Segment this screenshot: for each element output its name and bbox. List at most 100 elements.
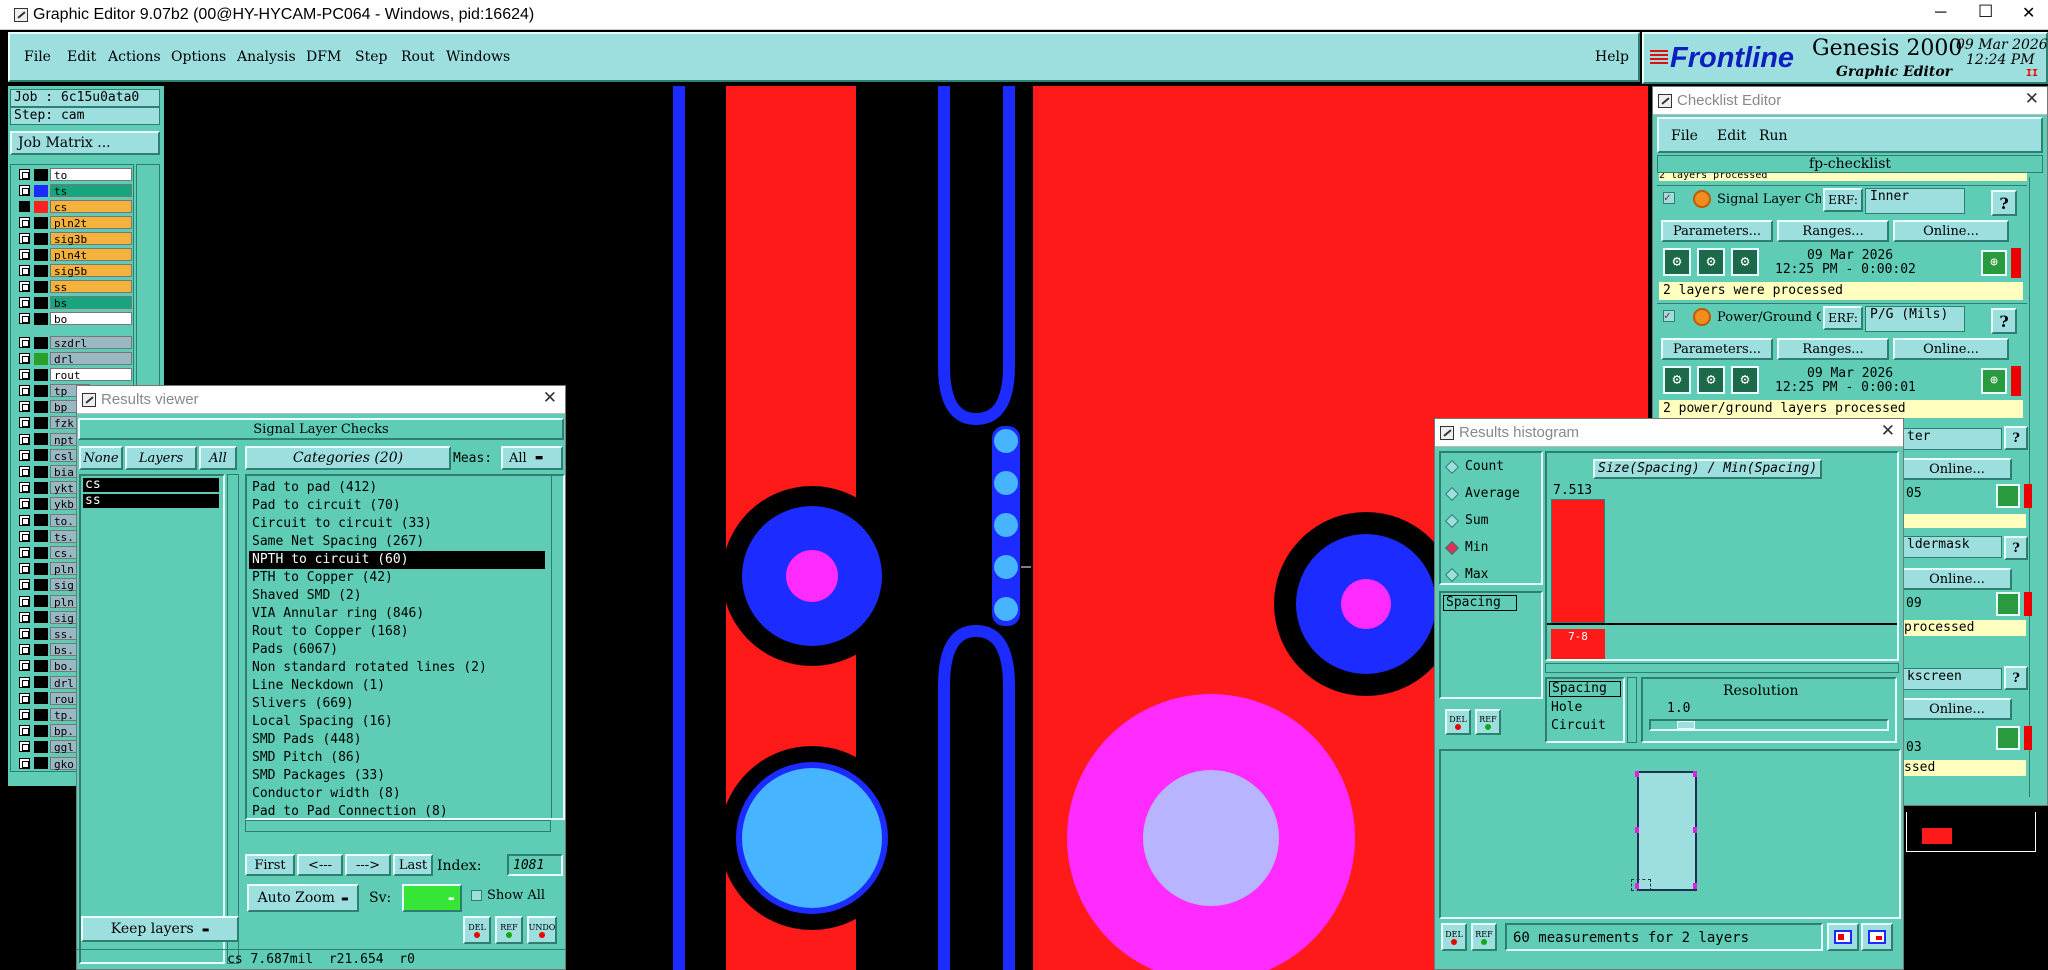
checklist-item-checkbox[interactable]: ✓ (1663, 310, 1675, 322)
checklist-menu-edit[interactable]: Edit (1717, 128, 1746, 144)
layer-checkbox[interactable] (19, 514, 30, 526)
online-button[interactable]: Online... (1893, 220, 2009, 242)
first-button[interactable]: First (245, 854, 295, 876)
all-layers-button[interactable]: All (199, 446, 237, 470)
layer-checkbox[interactable] (19, 417, 30, 429)
erf-field[interactable]: P/G (Mils) (1865, 306, 1965, 332)
layer-color-swatch[interactable] (34, 264, 48, 277)
checklist-item-checkbox[interactable]: ✓ (1663, 192, 1675, 204)
layer-checkbox[interactable] (19, 265, 30, 276)
menu-options[interactable]: Options (171, 49, 226, 65)
layer-checkbox[interactable] (19, 595, 30, 607)
checklist-menu-file[interactable]: File (1671, 128, 1698, 144)
help-button[interactable]: ? (1991, 308, 2017, 334)
layer-checkbox[interactable] (19, 297, 30, 308)
layer-color-swatch[interactable] (34, 336, 48, 349)
category-item[interactable]: Pad to Pad Connection (8) (249, 803, 545, 821)
histogram-close-icon[interactable]: ✕ (1881, 421, 1895, 441)
partial-online-2[interactable]: Online... (1902, 568, 2012, 590)
layer-checkbox[interactable] (19, 185, 30, 196)
partial-help-2[interactable]: ? (2004, 536, 2028, 560)
hist-del-button[interactable]: DEL (1445, 709, 1471, 735)
layer-color-swatch[interactable] (34, 416, 48, 429)
menu-actions[interactable]: Actions (108, 49, 161, 65)
categories-list[interactable]: Pad to pad (412) Pad to circuit (70) Circu… (245, 474, 565, 820)
radio-count[interactable]: Count (1444, 459, 1504, 474)
layer-color-swatch[interactable] (34, 530, 48, 543)
layer-name[interactable]: rout (50, 368, 132, 382)
zoom-in-icon[interactable]: ⊕ (1981, 250, 2007, 276)
preview-ref-button[interactable]: REF (1471, 923, 1497, 951)
categories-button[interactable]: Categories (20) (245, 446, 451, 470)
resolution-slider[interactable] (1649, 719, 1889, 731)
radio-indicator-icon[interactable] (1444, 513, 1460, 528)
partial-help-1[interactable]: ? (2004, 426, 2028, 450)
ranges-button[interactable]: Ranges... (1777, 338, 1889, 360)
layer-color-swatch[interactable] (34, 692, 48, 705)
category-item[interactable]: Pad to circuit (70) (249, 497, 545, 515)
radio-max[interactable]: Max (1444, 567, 1488, 582)
parameters-button[interactable]: Parameters... (1661, 220, 1773, 242)
partial-help-3[interactable]: ? (2004, 666, 2028, 690)
layer-row-bs[interactable]: bs (11, 295, 132, 310)
layer-checkbox[interactable] (19, 353, 30, 364)
layer-color-swatch[interactable] (34, 280, 48, 293)
option-list[interactable]: Spacing Hole Circuit (1545, 677, 1625, 743)
zoom-in-icon[interactable]: ⊕ (1981, 368, 2007, 394)
layer-color-swatch[interactable] (34, 659, 48, 672)
layer-select-list[interactable]: cs ss (79, 474, 225, 964)
category-item[interactable]: Pad to pad (412) (249, 479, 545, 497)
layer-color-swatch[interactable] (34, 643, 48, 656)
layer-checkbox[interactable] (19, 281, 30, 292)
rv-layer-item[interactable]: cs (83, 478, 219, 492)
layer-checkbox[interactable] (19, 313, 30, 324)
layer-checkbox[interactable] (19, 369, 30, 380)
none-button[interactable]: None (79, 446, 123, 470)
layer-checkbox[interactable] (19, 547, 30, 558)
layer-name[interactable]: bo (50, 312, 132, 326)
layer-select-scrollbar[interactable] (227, 474, 239, 964)
show-all-checkbox[interactable] (471, 890, 482, 901)
layer-checkbox[interactable] (19, 401, 30, 413)
layer-checkbox[interactable] (19, 660, 30, 672)
layer-checkbox[interactable] (19, 725, 30, 737)
category-item[interactable]: VIA Annular ring (846) (249, 605, 545, 623)
layer-color-swatch[interactable] (34, 578, 48, 591)
maximize-button[interactable]: ☐ (1978, 2, 1993, 22)
partial-online-1[interactable]: Online... (1902, 458, 2012, 480)
layer-color-swatch[interactable] (34, 740, 48, 753)
layer-color-swatch[interactable] (34, 248, 48, 261)
layer-color-swatch[interactable] (34, 433, 48, 446)
layer-row-szdrl[interactable]: szdrl (11, 335, 132, 350)
category-item[interactable]: Non standard rotated lines (2) (249, 659, 545, 677)
layer-row-to[interactable]: to (11, 167, 132, 182)
layer-color-swatch[interactable] (34, 400, 48, 413)
menu-step[interactable]: Step (355, 49, 387, 65)
layer-checkbox[interactable] (19, 692, 30, 704)
layer-name[interactable]: cs (50, 200, 132, 214)
results-viewer-close-icon[interactable]: ✕ (543, 388, 557, 408)
layer-checkbox[interactable] (19, 233, 30, 244)
layer-color-swatch[interactable] (34, 481, 48, 494)
checklist-menu-run[interactable]: Run (1759, 128, 1788, 144)
option-circuit[interactable]: Circuit (1547, 717, 1623, 735)
radio-indicator-icon[interactable] (1444, 540, 1460, 555)
layer-checkbox[interactable] (19, 385, 30, 396)
menu-file[interactable]: File (24, 49, 51, 65)
layer-name[interactable]: drl (50, 352, 132, 366)
category-item[interactable]: Local Spacing (16) (249, 713, 545, 731)
last-button[interactable]: Last (393, 854, 433, 876)
layer-row-sig3b[interactable]: sig3b (11, 231, 132, 246)
layer-color-swatch[interactable] (34, 497, 48, 510)
layer-name[interactable]: pln2t (50, 216, 132, 230)
layer-color-swatch[interactable] (34, 514, 48, 527)
partial-zoom-icon-1[interactable] (1996, 484, 2020, 508)
layer-row-rout[interactable]: rout (11, 367, 132, 382)
ranges-button[interactable]: Ranges... (1777, 220, 1889, 242)
layer-color-swatch[interactable] (34, 168, 48, 181)
layer-checkbox[interactable] (19, 169, 30, 180)
categories-scrollbar[interactable] (551, 476, 563, 818)
layer-checkbox[interactable] (19, 611, 30, 623)
undo-button[interactable]: UNDO (527, 916, 557, 944)
layer-name[interactable]: bs (50, 296, 132, 310)
